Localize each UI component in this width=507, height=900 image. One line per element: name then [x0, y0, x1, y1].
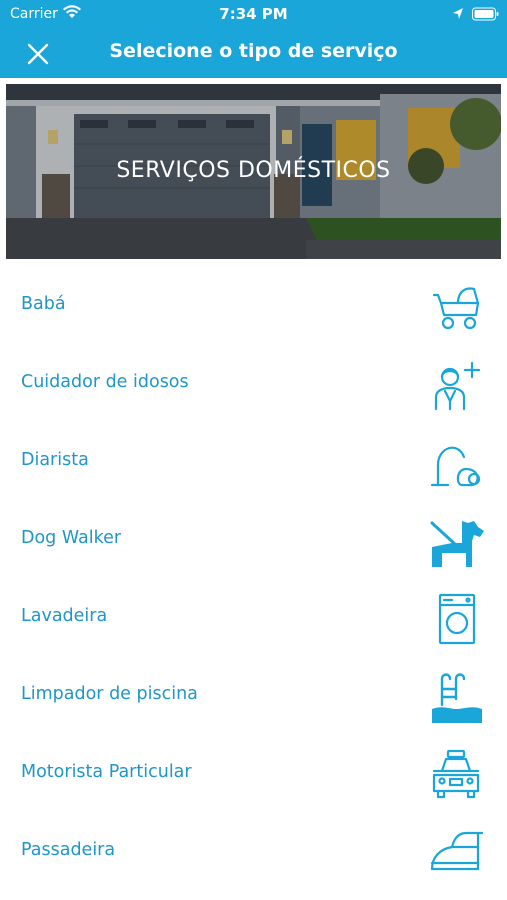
- service-label: Diarista: [21, 450, 89, 470]
- iron-icon: [428, 825, 484, 881]
- car-icon: [428, 747, 484, 803]
- service-label: Limpador de piscina: [21, 684, 198, 704]
- service-item-dog-walker[interactable]: Dog Walker: [0, 500, 507, 578]
- service-label: Motorista Particular: [21, 762, 192, 782]
- banner-title: SERVIÇOS DOMÉSTICOS: [116, 158, 391, 183]
- dog-walker-icon: [428, 513, 484, 569]
- washing-machine-icon: [428, 591, 484, 647]
- service-label: Dog Walker: [21, 528, 122, 548]
- service-item-motorista-particular[interactable]: Motorista Particular: [0, 734, 507, 812]
- page-title: Selecione o tipo de serviço: [109, 40, 398, 62]
- service-item-passadeira[interactable]: Passadeira: [0, 812, 507, 890]
- category-banner: SERVIÇOS DOMÉSTICOS: [6, 84, 501, 259]
- pool-icon: [428, 669, 484, 725]
- battery-icon: [472, 6, 500, 25]
- baby-stroller-icon: [428, 279, 484, 335]
- top-bar: Carrier 7:34 PM Selecione o tipo de serv…: [0, 0, 507, 78]
- service-item-diarista[interactable]: Diarista: [0, 422, 507, 500]
- status-time: 7:34 PM: [219, 5, 288, 23]
- service-item-limpador-de-piscina[interactable]: Limpador de piscina: [0, 656, 507, 734]
- vacuum-cleaner-icon: [428, 435, 484, 491]
- service-label: Passadeira: [21, 840, 116, 860]
- status-bar: Carrier 7:34 PM: [0, 0, 507, 28]
- service-item-cuidador-de-idosos[interactable]: Cuidador de idosos: [0, 344, 507, 422]
- service-label: Cuidador de idosos: [21, 372, 189, 392]
- service-item-lavadeira[interactable]: Lavadeira: [0, 578, 507, 656]
- service-label: Lavadeira: [21, 606, 108, 626]
- navigation-bar: Selecione o tipo de serviço: [0, 28, 507, 78]
- elderly-care-icon: [428, 357, 484, 413]
- location-arrow-icon: [452, 6, 464, 25]
- service-label: Babá: [21, 294, 66, 314]
- service-item-baba[interactable]: Babá: [0, 266, 507, 344]
